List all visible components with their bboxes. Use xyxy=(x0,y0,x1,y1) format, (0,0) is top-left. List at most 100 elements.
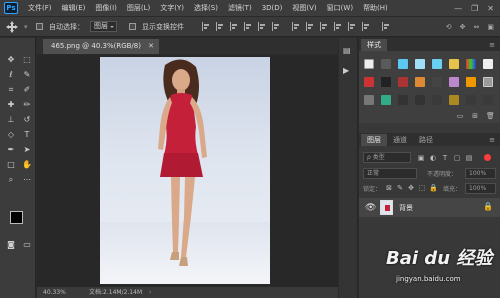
style-swatch-10[interactable] xyxy=(381,77,391,87)
quick-mask-icon[interactable]: ◙ xyxy=(4,239,18,251)
distribute-bottom-icon[interactable] xyxy=(320,22,329,31)
auto-align-icon[interactable] xyxy=(382,22,391,31)
restore-button[interactable]: ❐ xyxy=(471,4,478,13)
tab-styles[interactable]: 样式 xyxy=(361,39,387,51)
layer-name[interactable]: 背景 xyxy=(399,203,413,213)
style-swatch-20[interactable] xyxy=(415,95,425,105)
style-swatch-2[interactable] xyxy=(381,59,391,69)
visibility-eye-icon[interactable]: 👁 xyxy=(365,203,376,213)
lock-transparent-icon[interactable]: ⊠ xyxy=(385,184,393,192)
tab-layers[interactable]: 图层 xyxy=(361,134,387,146)
lasso-icon[interactable]: ℓ xyxy=(4,69,18,81)
menu-edit[interactable]: 编辑(E) xyxy=(57,3,91,13)
menu-window[interactable]: 窗口(W) xyxy=(322,3,358,13)
style-none-swatch[interactable] xyxy=(364,59,374,69)
quick-select-icon[interactable]: ✎ xyxy=(20,69,34,81)
style-swatch-23[interactable] xyxy=(466,95,476,105)
tool-preset-arrow-icon[interactable]: ▾ xyxy=(24,23,30,31)
style-swatch-9[interactable] xyxy=(364,77,374,87)
style-swatch-15[interactable] xyxy=(466,77,476,87)
tab-channels[interactable]: 通道 xyxy=(387,134,413,146)
lock-position-icon[interactable]: ✥ xyxy=(407,184,415,192)
eraser-icon[interactable]: ◇ xyxy=(4,129,18,141)
menu-select[interactable]: 选择(S) xyxy=(189,3,223,13)
style-swatch-13[interactable] xyxy=(432,77,442,87)
opacity-field[interactable]: 100% xyxy=(465,168,496,179)
distribute-vcenter-icon[interactable] xyxy=(306,22,315,31)
more-tools-icon[interactable]: ⋯ xyxy=(20,174,34,186)
close-button[interactable]: ✕ xyxy=(487,4,494,13)
style-swatch-18[interactable] xyxy=(381,95,391,105)
close-tab-icon[interactable]: ✕ xyxy=(148,39,154,54)
filter-adjust-icon[interactable]: ◐ xyxy=(429,154,437,162)
align-vcenter-icon[interactable] xyxy=(216,22,225,31)
tab-paths[interactable]: 路径 xyxy=(413,134,439,146)
3d-pan-icon[interactable]: ✥ xyxy=(460,23,466,31)
distribute-right-icon[interactable] xyxy=(362,22,371,31)
hand-icon[interactable]: ✋ xyxy=(20,159,34,171)
fill-field[interactable]: 100% xyxy=(465,183,496,194)
lock-pixels-icon[interactable]: ✎ xyxy=(396,184,404,192)
style-swatch-11[interactable] xyxy=(398,77,408,87)
style-swatch-16[interactable] xyxy=(483,77,493,87)
style-swatch-5[interactable] xyxy=(432,59,442,69)
style-swatch-22[interactable] xyxy=(449,95,459,105)
filter-smart-icon[interactable]: ▤ xyxy=(465,154,473,162)
style-swatch-24[interactable] xyxy=(483,95,493,105)
document-tab[interactable]: 465.png @ 40.3%(RGB/8) ✕ xyxy=(43,39,159,54)
canvas-area[interactable] xyxy=(37,55,338,287)
filter-type-icon[interactable]: T xyxy=(441,154,449,162)
menu-view[interactable]: 视图(V) xyxy=(287,3,321,13)
auto-select-dropdown[interactable]: 图层 xyxy=(90,21,117,32)
filter-shape-icon[interactable]: ▢ xyxy=(453,154,461,162)
menu-help[interactable]: 帮助(H) xyxy=(358,3,393,13)
lock-all-icon[interactable]: 🔒 xyxy=(429,184,438,192)
marquee-icon[interactable]: ⬚ xyxy=(20,54,34,66)
menu-3d[interactable]: 3D(D) xyxy=(257,4,288,12)
3d-camera-icon[interactable]: ▣ xyxy=(487,23,494,31)
healing-brush-icon[interactable]: ✚ xyxy=(4,99,18,111)
layer-row-background[interactable]: 👁 背景 🔒 xyxy=(359,198,500,217)
style-swatch-3[interactable] xyxy=(398,59,408,69)
layer-filter-select[interactable]: ρ 类型 xyxy=(363,152,411,163)
align-top-icon[interactable] xyxy=(202,22,211,31)
style-swatch-4[interactable] xyxy=(415,59,425,69)
clone-stamp-icon[interactable]: ⊥ xyxy=(4,114,18,126)
distribute-left-icon[interactable] xyxy=(334,22,343,31)
menu-file[interactable]: 文件(F) xyxy=(23,3,57,13)
menu-layer[interactable]: 图层(L) xyxy=(122,3,155,13)
style-swatch-12[interactable] xyxy=(415,77,425,87)
zoom-readout[interactable]: 40.33% xyxy=(43,287,66,298)
move-icon[interactable]: ✥ xyxy=(4,54,18,66)
new-style-icon[interactable]: ⊞ xyxy=(471,112,479,120)
menu-type[interactable]: 文字(Y) xyxy=(155,3,189,13)
zoom-icon[interactable]: ⌕ xyxy=(4,174,18,186)
delete-style-icon[interactable]: 🗑 xyxy=(486,112,495,120)
document-photo[interactable] xyxy=(100,57,270,284)
distribute-hcenter-icon[interactable] xyxy=(348,22,357,31)
new-style-folder-icon[interactable]: ▭ xyxy=(456,112,464,120)
align-hcenter-icon[interactable] xyxy=(258,22,267,31)
blend-mode-select[interactable]: 正常 xyxy=(363,168,417,179)
auto-select-checkbox[interactable] xyxy=(36,23,43,30)
history-brush-icon[interactable]: ↺ xyxy=(20,114,34,126)
style-swatch-7[interactable] xyxy=(466,59,476,69)
style-swatch-21[interactable] xyxy=(432,95,442,105)
style-swatch-14[interactable] xyxy=(449,77,459,87)
foreground-color-swatch[interactable] xyxy=(10,211,23,224)
path-select-icon[interactable]: ➤ xyxy=(20,144,34,156)
style-swatch-6[interactable] xyxy=(449,59,459,69)
style-swatch-17[interactable] xyxy=(364,95,374,105)
status-menu-arrow-icon[interactable]: › xyxy=(149,287,151,298)
3d-mode-icon[interactable]: ⟲ xyxy=(446,23,452,31)
menu-image[interactable]: 图像(I) xyxy=(90,3,122,13)
align-bottom-icon[interactable] xyxy=(230,22,239,31)
filter-toggle-icon[interactable] xyxy=(484,154,491,161)
align-left-icon[interactable] xyxy=(244,22,253,31)
style-swatch-8[interactable] xyxy=(483,59,493,69)
type-icon[interactable]: T xyxy=(20,129,34,141)
minimize-button[interactable]: — xyxy=(454,4,462,13)
show-transform-checkbox[interactable] xyxy=(129,23,136,30)
history-panel-icon[interactable]: ▤ xyxy=(343,46,354,56)
distribute-top-icon[interactable] xyxy=(292,22,301,31)
